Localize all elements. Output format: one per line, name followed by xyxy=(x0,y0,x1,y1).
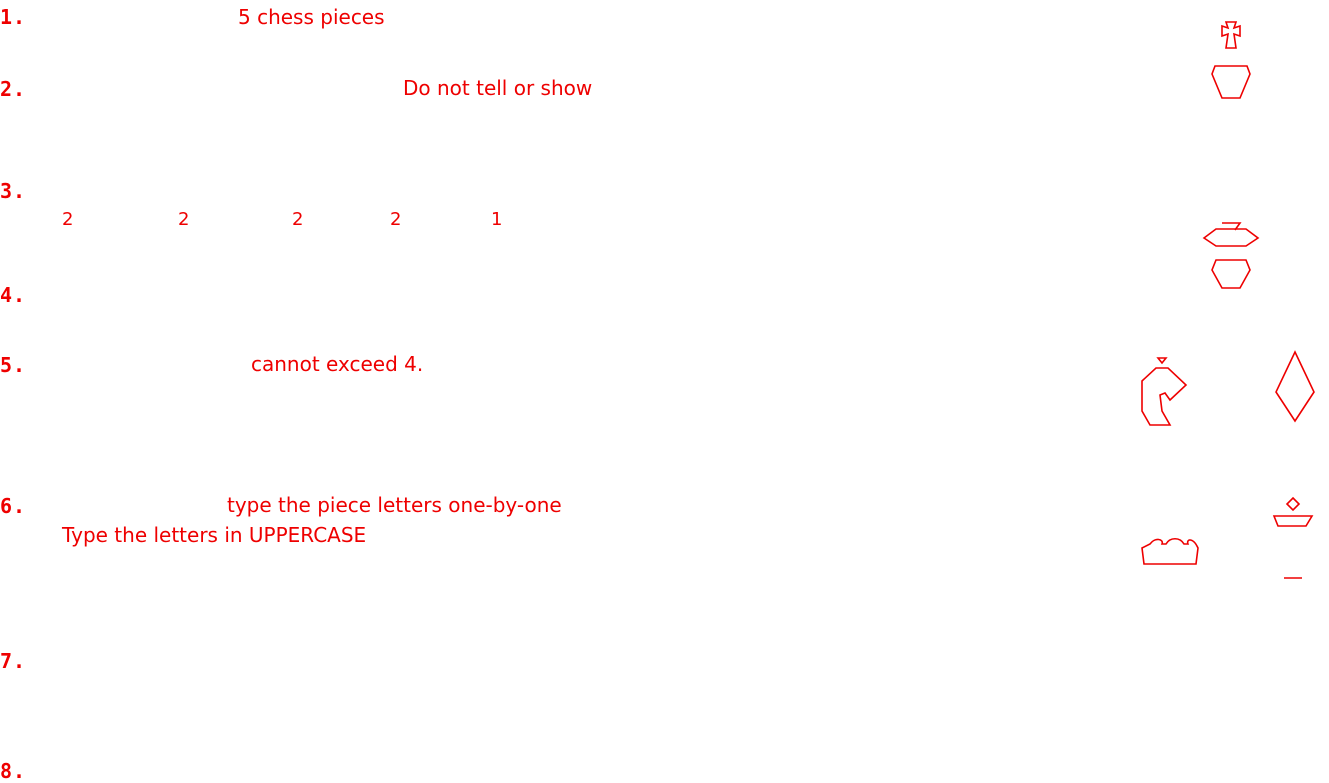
step1-text: 5 chess pieces xyxy=(238,5,385,29)
step6-text-line1: type the piece letters one-by-one xyxy=(227,493,562,517)
step-number-1: 1. xyxy=(0,5,27,29)
bishop-icon xyxy=(1202,222,1260,289)
step5-text: cannot exceed 4. xyxy=(251,352,424,376)
step-number-7: 7. xyxy=(0,649,27,673)
step-number-4: 4. xyxy=(0,283,27,307)
count-3: 2 xyxy=(292,209,304,230)
step-number-2: 2. xyxy=(0,77,27,101)
rook-icon xyxy=(1141,537,1199,565)
king-icon xyxy=(1211,21,1251,99)
step2-text: Do not tell or show xyxy=(403,76,593,100)
step6-text-line2: Type the letters in UPPERCASE xyxy=(62,523,367,547)
diamond-icon xyxy=(1275,350,1315,423)
count-5: 1 xyxy=(491,209,503,230)
step-number-8: 8. xyxy=(0,759,27,783)
count-4: 2 xyxy=(390,209,402,230)
pawn-icon xyxy=(1272,496,1314,579)
step-number-6: 6. xyxy=(0,494,27,518)
step-number-3: 3. xyxy=(0,179,27,203)
step-number-5: 5. xyxy=(0,353,27,377)
count-1: 2 xyxy=(62,209,74,230)
knight-icon xyxy=(1141,357,1188,426)
count-2: 2 xyxy=(178,209,190,230)
